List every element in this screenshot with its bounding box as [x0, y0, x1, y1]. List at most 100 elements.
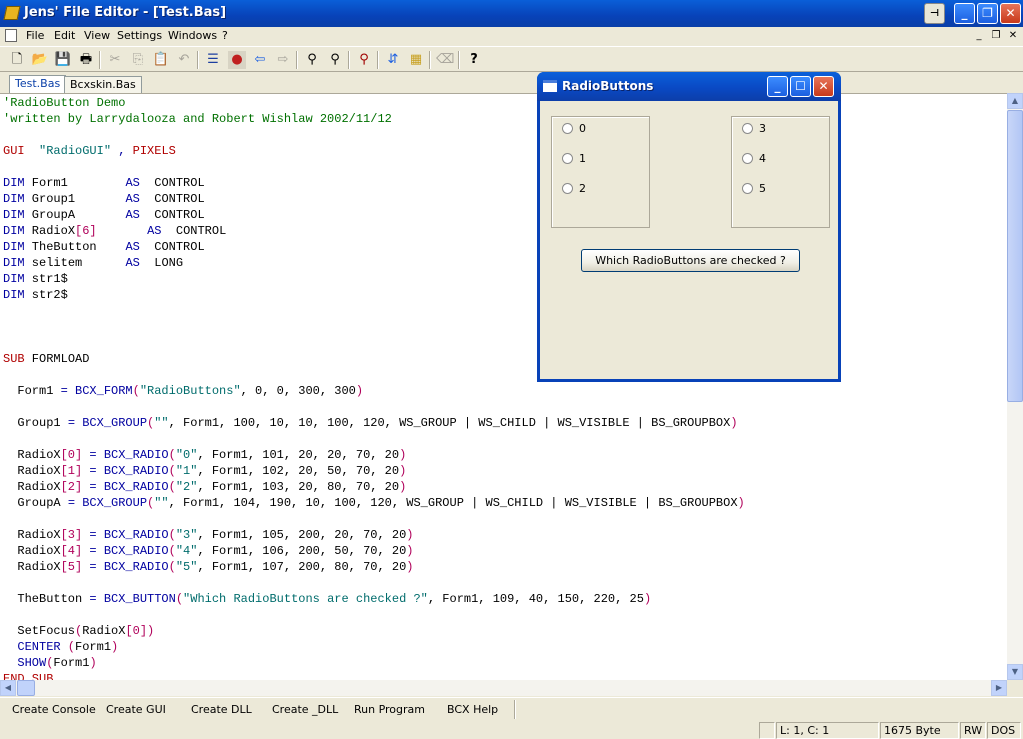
code-token: ) [737, 496, 745, 510]
scroll-left-icon[interactable]: ◀ [0, 680, 16, 696]
save-icon[interactable]: 💾 [54, 51, 72, 69]
menu-windows[interactable]: Windows [168, 29, 217, 42]
vertical-scrollbar[interactable]: ▲ ▼ [1007, 93, 1023, 680]
find-next-icon[interactable]: ⚲ [355, 51, 373, 69]
radio-label: 5 [759, 182, 766, 195]
code-token: ( [168, 560, 176, 574]
dialog-title-bar[interactable]: RadioButtons _ ☐ ✕ [537, 72, 841, 101]
code-token: AS [125, 256, 140, 270]
code-line: Group1 = BCX_GROUP("", Form1, 100, 10, 1… [3, 415, 745, 431]
maximize-icon: ❐ [982, 6, 993, 20]
find-icon[interactable]: ⚲ [303, 51, 321, 69]
dialog-minimize-button[interactable]: _ [767, 76, 788, 97]
code-token: DIM [3, 208, 25, 222]
open-folder-icon[interactable]: 📂 [31, 51, 49, 69]
status-format: DOS [987, 722, 1021, 739]
undo-icon[interactable]: ↶ [175, 51, 193, 69]
color-icon[interactable]: ● [228, 51, 246, 69]
menu-edit[interactable]: Edit [54, 29, 75, 42]
goto-icon[interactable]: ⇵ [384, 51, 402, 69]
mdi-restore-button[interactable]: ❐ [989, 29, 1003, 42]
create-gui-button[interactable]: Create GUI [106, 703, 166, 716]
copy-icon[interactable]: ⎘ [129, 51, 147, 69]
code-token: , Form1, 106, 200, 50, 70, 20 [197, 544, 407, 558]
mdi-minimize-button[interactable]: _ [972, 29, 986, 42]
new-file-icon[interactable]: 🗋 [8, 51, 26, 69]
compile-icon[interactable]: ▦ [407, 51, 425, 69]
code-token: CONTROL [139, 176, 205, 190]
bcx-help-button[interactable]: BCX Help [447, 703, 498, 716]
code-token: Form1 [24, 176, 126, 190]
code-token: "4" [175, 544, 198, 558]
which-checked-button[interactable]: Which RadioButtons are checked ? [581, 249, 800, 272]
code-line: END SUB [3, 671, 745, 680]
mdi-close-button[interactable]: ✕ [1006, 29, 1020, 42]
cut-icon[interactable]: ✂ [106, 51, 124, 69]
code-token: , Form1, 100, 10, 10, 100, 120, WS_GROUP… [168, 416, 731, 430]
radio-label: 1 [579, 152, 586, 165]
scroll-up-icon[interactable]: ▲ [1007, 93, 1023, 109]
radio-0[interactable]: 0 [562, 122, 586, 136]
code-token: ) [399, 448, 407, 462]
code-token: END SUB [3, 672, 54, 680]
document-icon[interactable] [5, 29, 17, 42]
radio-5[interactable]: 5 [742, 182, 766, 196]
radio-1[interactable]: 1 [562, 152, 586, 166]
create-dll-button[interactable]: Create DLL [191, 703, 252, 716]
horizontal-scrollbar[interactable]: ◀ ▶ [0, 680, 1007, 696]
minimize-button[interactable]: _ [954, 3, 975, 24]
paste-icon[interactable]: 📋 [152, 51, 170, 69]
delete-icon[interactable]: ⌫ [436, 51, 454, 69]
run-program-button[interactable]: Run Program [354, 703, 425, 716]
radio-3[interactable]: 3 [742, 122, 766, 136]
code-token: 'written by Larrydalooza and Robert Wish… [3, 112, 392, 126]
tab-bcxskin-bas[interactable]: Bcxskin.Bas [64, 76, 142, 93]
horizontal-scroll-thumb[interactable] [17, 680, 35, 696]
pin-button[interactable]: ⊣ [924, 3, 945, 24]
code-token: Group1 [24, 192, 126, 206]
code-line: TheButton = BCX_BUTTON("Which RadioButto… [3, 591, 745, 607]
code-token: = [67, 496, 76, 510]
code-token: , Form1, 107, 200, 80, 70, 20 [197, 560, 407, 574]
print-icon[interactable]: 🖶 [77, 51, 95, 69]
code-line: RadioX[4] = BCX_RADIO("4", Form1, 106, 2… [3, 543, 745, 559]
create-underscore-dll-button[interactable]: Create _DLL [272, 703, 338, 716]
toolbar-separator [377, 51, 379, 69]
forward-icon[interactable]: ⇨ [274, 51, 292, 69]
help-icon[interactable]: ? [465, 51, 483, 69]
menu-file[interactable]: File [26, 29, 44, 42]
code-token: Form1 [3, 384, 61, 398]
close-button[interactable]: ✕ [1000, 3, 1021, 24]
dialog-maximize-button[interactable]: ☐ [790, 76, 811, 97]
code-token: , Form1, 101, 20, 20, 70, 20 [197, 448, 400, 462]
code-token: ) [406, 528, 414, 542]
group-box-left: 0 1 2 [551, 116, 650, 228]
code-token: Form1 [75, 640, 112, 654]
list-icon[interactable]: ☰ [204, 51, 222, 69]
menu-help[interactable]: ? [222, 29, 228, 42]
dialog-close-button[interactable]: ✕ [813, 76, 834, 97]
code-token: CONTROL [139, 208, 205, 222]
code-editor[interactable]: 'RadioButton Demo 'written by Larrydalooz… [0, 93, 1007, 680]
menu-view[interactable]: View [84, 29, 110, 42]
menu-settings[interactable]: Settings [117, 29, 162, 42]
scroll-right-icon[interactable]: ▶ [991, 680, 1007, 696]
maximize-button[interactable]: ❐ [977, 3, 998, 24]
radio-2[interactable]: 2 [562, 182, 586, 196]
radio-4[interactable]: 4 [742, 152, 766, 166]
code-token: [2] [60, 480, 83, 494]
code-token: "2" [175, 480, 198, 494]
create-console-button[interactable]: Create Console [12, 703, 96, 716]
tab-test-bas[interactable]: Test.Bas [9, 75, 67, 93]
radio-circle-icon [742, 183, 753, 194]
back-icon[interactable]: ⇦ [251, 51, 269, 69]
scroll-down-icon[interactable]: ▼ [1007, 664, 1023, 680]
window-icon [543, 80, 557, 92]
vertical-scroll-thumb[interactable] [1007, 110, 1023, 402]
find-replace-icon[interactable]: ⚲ [326, 51, 344, 69]
code-token: CONTROL [139, 240, 205, 254]
code-token: ( [168, 480, 176, 494]
code-token: = [60, 384, 68, 398]
toolbar-separator [99, 51, 101, 69]
